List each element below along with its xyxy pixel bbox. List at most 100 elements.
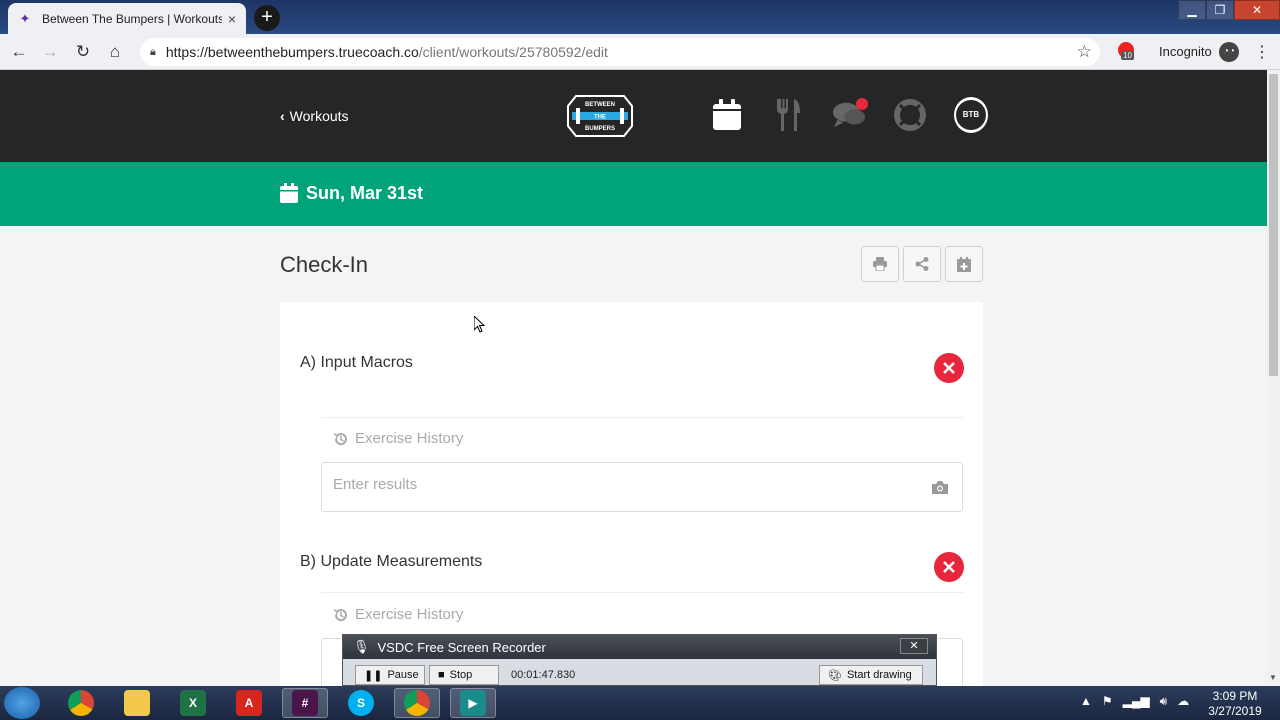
- calendar-icon: [280, 183, 298, 203]
- results-textarea[interactable]: Enter results: [321, 462, 963, 512]
- avatar: BTB: [954, 97, 988, 133]
- pause-icon: ❚❚: [364, 669, 383, 682]
- excel-icon: X: [180, 690, 206, 716]
- browser-tab-bar: ✦ Between The Bumpers | Workouts × + ▁ ❐…: [0, 0, 1280, 34]
- clock-time: 3:09 PM: [1212, 689, 1258, 703]
- reload-icon[interactable]: ↻: [73, 42, 93, 62]
- nutrition-nav-button[interactable]: [771, 98, 805, 132]
- pause-label: Pause: [387, 669, 419, 681]
- exercise-history-label: Exercise History: [355, 606, 464, 623]
- forward-arrow-icon[interactable]: →: [40, 42, 60, 62]
- calendar-icon: [713, 99, 741, 130]
- date-banner: Sun, Mar 31st: [0, 162, 1267, 226]
- slack-icon: #: [292, 690, 318, 716]
- back-arrow-icon[interactable]: ←: [9, 42, 29, 62]
- messages-nav-button[interactable]: [832, 98, 868, 132]
- profile-nav-button[interactable]: BTB: [954, 97, 988, 133]
- add-to-calendar-button[interactable]: [945, 246, 983, 282]
- start-drawing-label: Start drawing: [846, 669, 912, 681]
- volume-icon[interactable]: 🔊︎: [1160, 694, 1168, 709]
- results-placeholder: Enter results: [333, 476, 418, 493]
- between-the-bumpers-logo[interactable]: BETWEEN THE BUMPERS: [566, 94, 634, 138]
- recorder-titlebar[interactable]: 🎙︎ VSDC Free Screen Recorder ✕: [343, 635, 936, 659]
- restore-icon[interactable]: ❐: [1206, 0, 1234, 20]
- folder-icon: [124, 690, 150, 716]
- address-bar: ← → ↻ ⌂ 🔒︎ https://betweenthebumpers.tru…: [0, 34, 1280, 70]
- taskbar-vsdc[interactable]: ▶: [450, 688, 496, 718]
- share-button[interactable]: [903, 246, 941, 282]
- taskbar-clock[interactable]: 3:09 PM 3/27/2019: [1200, 689, 1270, 719]
- taskbar-chrome[interactable]: [58, 688, 104, 718]
- taskbar-acrobat[interactable]: A: [226, 688, 272, 718]
- browser-menu-icon[interactable]: ⋮: [1254, 42, 1270, 62]
- recorder-controls: ❚❚ Pause ■ Stop 00:01:47.830 🎨︎ Start dr…: [343, 659, 936, 685]
- pause-button[interactable]: ❚❚ Pause: [355, 665, 425, 685]
- home-icon[interactable]: ⌂: [105, 42, 125, 62]
- url-input[interactable]: 🔒︎ https://betweenthebumpers.truecoach.c…: [140, 38, 1100, 66]
- network-icon[interactable]: ▂▄▆: [1123, 694, 1150, 709]
- section-title-input-macros: A) Input Macros: [300, 354, 413, 371]
- back-to-workouts-link[interactable]: ‹ Workouts: [280, 108, 349, 124]
- exercise-history-link[interactable]: Exercise History: [333, 430, 463, 447]
- avatar-text: BTB: [956, 100, 986, 130]
- taskbar-excel[interactable]: X: [170, 688, 216, 718]
- bookmark-star-icon[interactable]: ☆: [1077, 42, 1092, 62]
- cloud-icon[interactable]: ☁: [1177, 694, 1189, 709]
- recorder-close-icon[interactable]: ✕: [900, 638, 928, 654]
- share-icon: [915, 257, 929, 271]
- extension-icon[interactable]: 10: [1118, 42, 1134, 60]
- camera-icon[interactable]: [932, 481, 948, 494]
- scroll-down-icon[interactable]: ▼: [1269, 673, 1277, 682]
- logo-text-line-2: THE: [594, 115, 606, 121]
- new-tab-button[interactable]: +: [254, 5, 280, 31]
- chrome-icon: [404, 690, 430, 716]
- page-scrollbar[interactable]: ▼: [1267, 70, 1280, 684]
- url-host: https://betweenthebumpers.truecoach.co: [165, 44, 419, 60]
- chevron-left-icon: ‹: [280, 108, 285, 124]
- window-controls: ▁ ❐ ✕: [1178, 0, 1280, 20]
- close-window-icon[interactable]: ✕: [1234, 0, 1280, 20]
- taskbar-file-explorer[interactable]: [114, 688, 160, 718]
- site-favicon-icon: ✦: [19, 10, 31, 26]
- acrobat-icon: A: [236, 690, 262, 716]
- exercise-history-link[interactable]: Exercise History: [333, 606, 463, 623]
- workout-actions: [861, 246, 987, 282]
- logo-text-line-3: BUMPERS: [585, 126, 615, 132]
- incognito-label: Incognito: [1159, 44, 1212, 59]
- stop-button[interactable]: ■ Stop: [429, 665, 499, 685]
- recorder-title: VSDC Free Screen Recorder: [377, 639, 546, 655]
- history-icon: [333, 608, 347, 621]
- close-tab-icon[interactable]: ×: [228, 11, 236, 27]
- action-center-flag-icon[interactable]: ⚑: [1102, 694, 1113, 709]
- start-drawing-button[interactable]: 🎨︎ Start drawing: [819, 665, 923, 685]
- stop-label: Stop: [449, 669, 473, 681]
- taskbar-skype[interactable]: S: [338, 688, 384, 718]
- logo-text-line-1: BETWEEN: [585, 102, 615, 108]
- header-nav: BTB: [710, 97, 1015, 133]
- mouse-cursor-icon: [474, 316, 486, 333]
- start-button[interactable]: [4, 687, 40, 719]
- screen-recorder-window: 🎙︎ VSDC Free Screen Recorder ✕ ❚❚ Pause …: [342, 634, 937, 686]
- windows-taskbar: X A # S ▶ ▲ ⚑ ▂▄▆ 🔊︎ ☁ 3:09 PM 3/27/2019: [0, 686, 1280, 720]
- fork-knife-icon: [777, 99, 800, 131]
- taskbar-slack[interactable]: #: [282, 688, 328, 718]
- taskbar-chrome-incognito[interactable]: [394, 688, 440, 718]
- workout-date: Sun, Mar 31st: [306, 183, 424, 203]
- remove-section-button[interactable]: [934, 353, 964, 383]
- close-icon: [943, 561, 955, 573]
- minimize-icon[interactable]: ▁: [1178, 0, 1206, 20]
- paint-palette-icon: 🎨︎: [828, 669, 842, 682]
- remove-section-button[interactable]: [934, 552, 964, 582]
- scrollbar-thumb[interactable]: [1269, 74, 1278, 376]
- browser-tab[interactable]: ✦ Between The Bumpers | Workouts ×: [8, 3, 246, 34]
- page-title: Check-In: [280, 252, 369, 277]
- calendar-nav-button[interactable]: [710, 98, 744, 132]
- tray-expand-icon[interactable]: ▲: [1080, 694, 1092, 709]
- divider: [321, 592, 963, 593]
- calendar-plus-icon: [957, 256, 971, 272]
- section-title-update-measurements: B) Update Measurements: [300, 553, 483, 570]
- print-button[interactable]: [861, 246, 899, 282]
- lock-icon: 🔒︎: [150, 45, 156, 58]
- clock-date: 3/27/2019: [1208, 704, 1262, 718]
- help-nav-button[interactable]: [893, 98, 927, 132]
